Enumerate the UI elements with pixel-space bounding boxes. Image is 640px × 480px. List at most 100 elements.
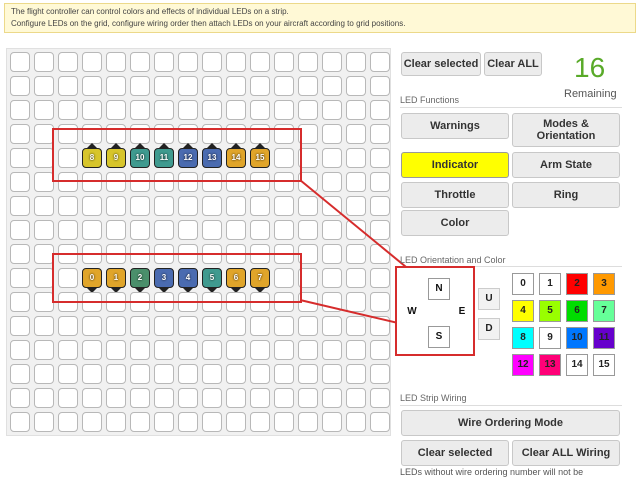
led-cell[interactable]: 10 [130, 143, 150, 168]
grid-cell[interactable] [226, 412, 246, 432]
grid-cell[interactable] [34, 388, 54, 408]
grid-cell[interactable] [298, 52, 318, 72]
grid-cell[interactable] [322, 148, 342, 168]
grid-cell[interactable] [58, 316, 78, 336]
grid-cell[interactable] [298, 340, 318, 360]
grid-cell[interactable] [58, 412, 78, 432]
grid-cell[interactable] [346, 364, 366, 384]
grid-cell[interactable] [178, 316, 198, 336]
grid-cell[interactable] [10, 148, 30, 168]
grid-cell[interactable] [130, 244, 150, 264]
led-cell[interactable]: 4 [178, 268, 198, 293]
function-modes-orientation-button[interactable]: Modes & Orientation [512, 113, 620, 147]
color-swatch[interactable]: 2 [566, 273, 588, 295]
grid-cell[interactable] [202, 412, 222, 432]
grid-cell[interactable] [370, 100, 390, 120]
led-cell[interactable]: 15 [250, 143, 270, 168]
orientation-up-button[interactable]: U [478, 288, 500, 310]
grid-cell[interactable] [34, 196, 54, 216]
grid-cell[interactable] [250, 292, 270, 312]
grid-cell[interactable] [274, 244, 294, 264]
grid-cell[interactable] [322, 124, 342, 144]
grid-cell[interactable] [226, 196, 246, 216]
grid-cell[interactable] [34, 100, 54, 120]
grid-cell[interactable] [130, 172, 150, 192]
grid-cell[interactable] [202, 76, 222, 96]
grid-cell[interactable] [130, 196, 150, 216]
grid-cell[interactable] [10, 316, 30, 336]
grid-cell[interactable] [10, 364, 30, 384]
grid-cell[interactable] [34, 172, 54, 192]
grid-cell[interactable] [274, 316, 294, 336]
grid-cell[interactable] [250, 196, 270, 216]
grid-cell[interactable] [226, 220, 246, 240]
grid-cell[interactable] [226, 316, 246, 336]
grid-cell[interactable] [274, 340, 294, 360]
grid-cell[interactable] [298, 172, 318, 192]
grid-cell[interactable] [178, 196, 198, 216]
grid-cell[interactable] [370, 220, 390, 240]
function-throttle-button[interactable]: Throttle [401, 182, 509, 208]
grid-cell[interactable] [58, 388, 78, 408]
grid-cell[interactable] [346, 388, 366, 408]
grid-cell[interactable] [106, 412, 126, 432]
grid-cell[interactable] [298, 220, 318, 240]
color-swatch[interactable]: 8 [512, 327, 534, 349]
grid-cell[interactable] [274, 172, 294, 192]
grid-cell[interactable] [130, 124, 150, 144]
grid-cell[interactable] [250, 412, 270, 432]
led-cell[interactable]: 8 [82, 143, 102, 168]
grid-cell[interactable] [58, 244, 78, 264]
grid-cell[interactable] [82, 292, 102, 312]
grid-cell[interactable] [106, 292, 126, 312]
grid-cell[interactable] [154, 340, 174, 360]
grid-cell[interactable] [82, 244, 102, 264]
clear-selected-wiring-button[interactable]: Clear selected [401, 440, 509, 466]
grid-cell[interactable] [298, 268, 318, 288]
grid-cell[interactable] [226, 76, 246, 96]
grid-cell[interactable] [322, 364, 342, 384]
grid-cell[interactable] [154, 196, 174, 216]
grid-cell[interactable] [82, 196, 102, 216]
grid-cell[interactable] [298, 148, 318, 168]
grid-cell[interactable] [130, 340, 150, 360]
grid-cell[interactable] [202, 316, 222, 336]
grid-cell[interactable] [346, 220, 366, 240]
grid-cell[interactable] [226, 124, 246, 144]
grid-cell[interactable] [346, 412, 366, 432]
grid-cell[interactable] [10, 124, 30, 144]
function-ring-button[interactable]: Ring [512, 182, 620, 208]
grid-cell[interactable] [154, 316, 174, 336]
grid-cell[interactable] [130, 292, 150, 312]
grid-cell[interactable] [202, 100, 222, 120]
grid-cell[interactable] [202, 364, 222, 384]
led-grid[interactable]: 8 9 10 11 12 13 14 15 0 1 2 3 4 5 6 7 [6, 48, 391, 436]
grid-cell[interactable] [322, 76, 342, 96]
grid-cell[interactable] [82, 172, 102, 192]
function-color-button[interactable]: Color [401, 210, 509, 236]
grid-cell[interactable] [346, 244, 366, 264]
led-cell[interactable]: 1 [106, 268, 126, 293]
grid-cell[interactable] [106, 316, 126, 336]
color-swatch[interactable]: 7 [593, 300, 615, 322]
grid-cell[interactable] [130, 220, 150, 240]
grid-cell[interactable] [298, 244, 318, 264]
grid-cell[interactable] [322, 340, 342, 360]
grid-cell[interactable] [106, 76, 126, 96]
grid-cell[interactable] [154, 292, 174, 312]
grid-cell[interactable] [226, 244, 246, 264]
grid-cell[interactable] [130, 412, 150, 432]
grid-cell[interactable] [298, 100, 318, 120]
grid-cell[interactable] [370, 364, 390, 384]
color-swatch[interactable]: 12 [512, 354, 534, 376]
grid-cell[interactable] [274, 292, 294, 312]
grid-cell[interactable] [322, 388, 342, 408]
grid-cell[interactable] [58, 292, 78, 312]
grid-cell[interactable] [346, 76, 366, 96]
grid-cell[interactable] [322, 292, 342, 312]
led-cell[interactable]: 14 [226, 143, 246, 168]
orientation-south-button[interactable]: S [428, 326, 450, 348]
grid-cell[interactable] [58, 148, 78, 168]
grid-cell[interactable] [298, 292, 318, 312]
grid-cell[interactable] [106, 124, 126, 144]
